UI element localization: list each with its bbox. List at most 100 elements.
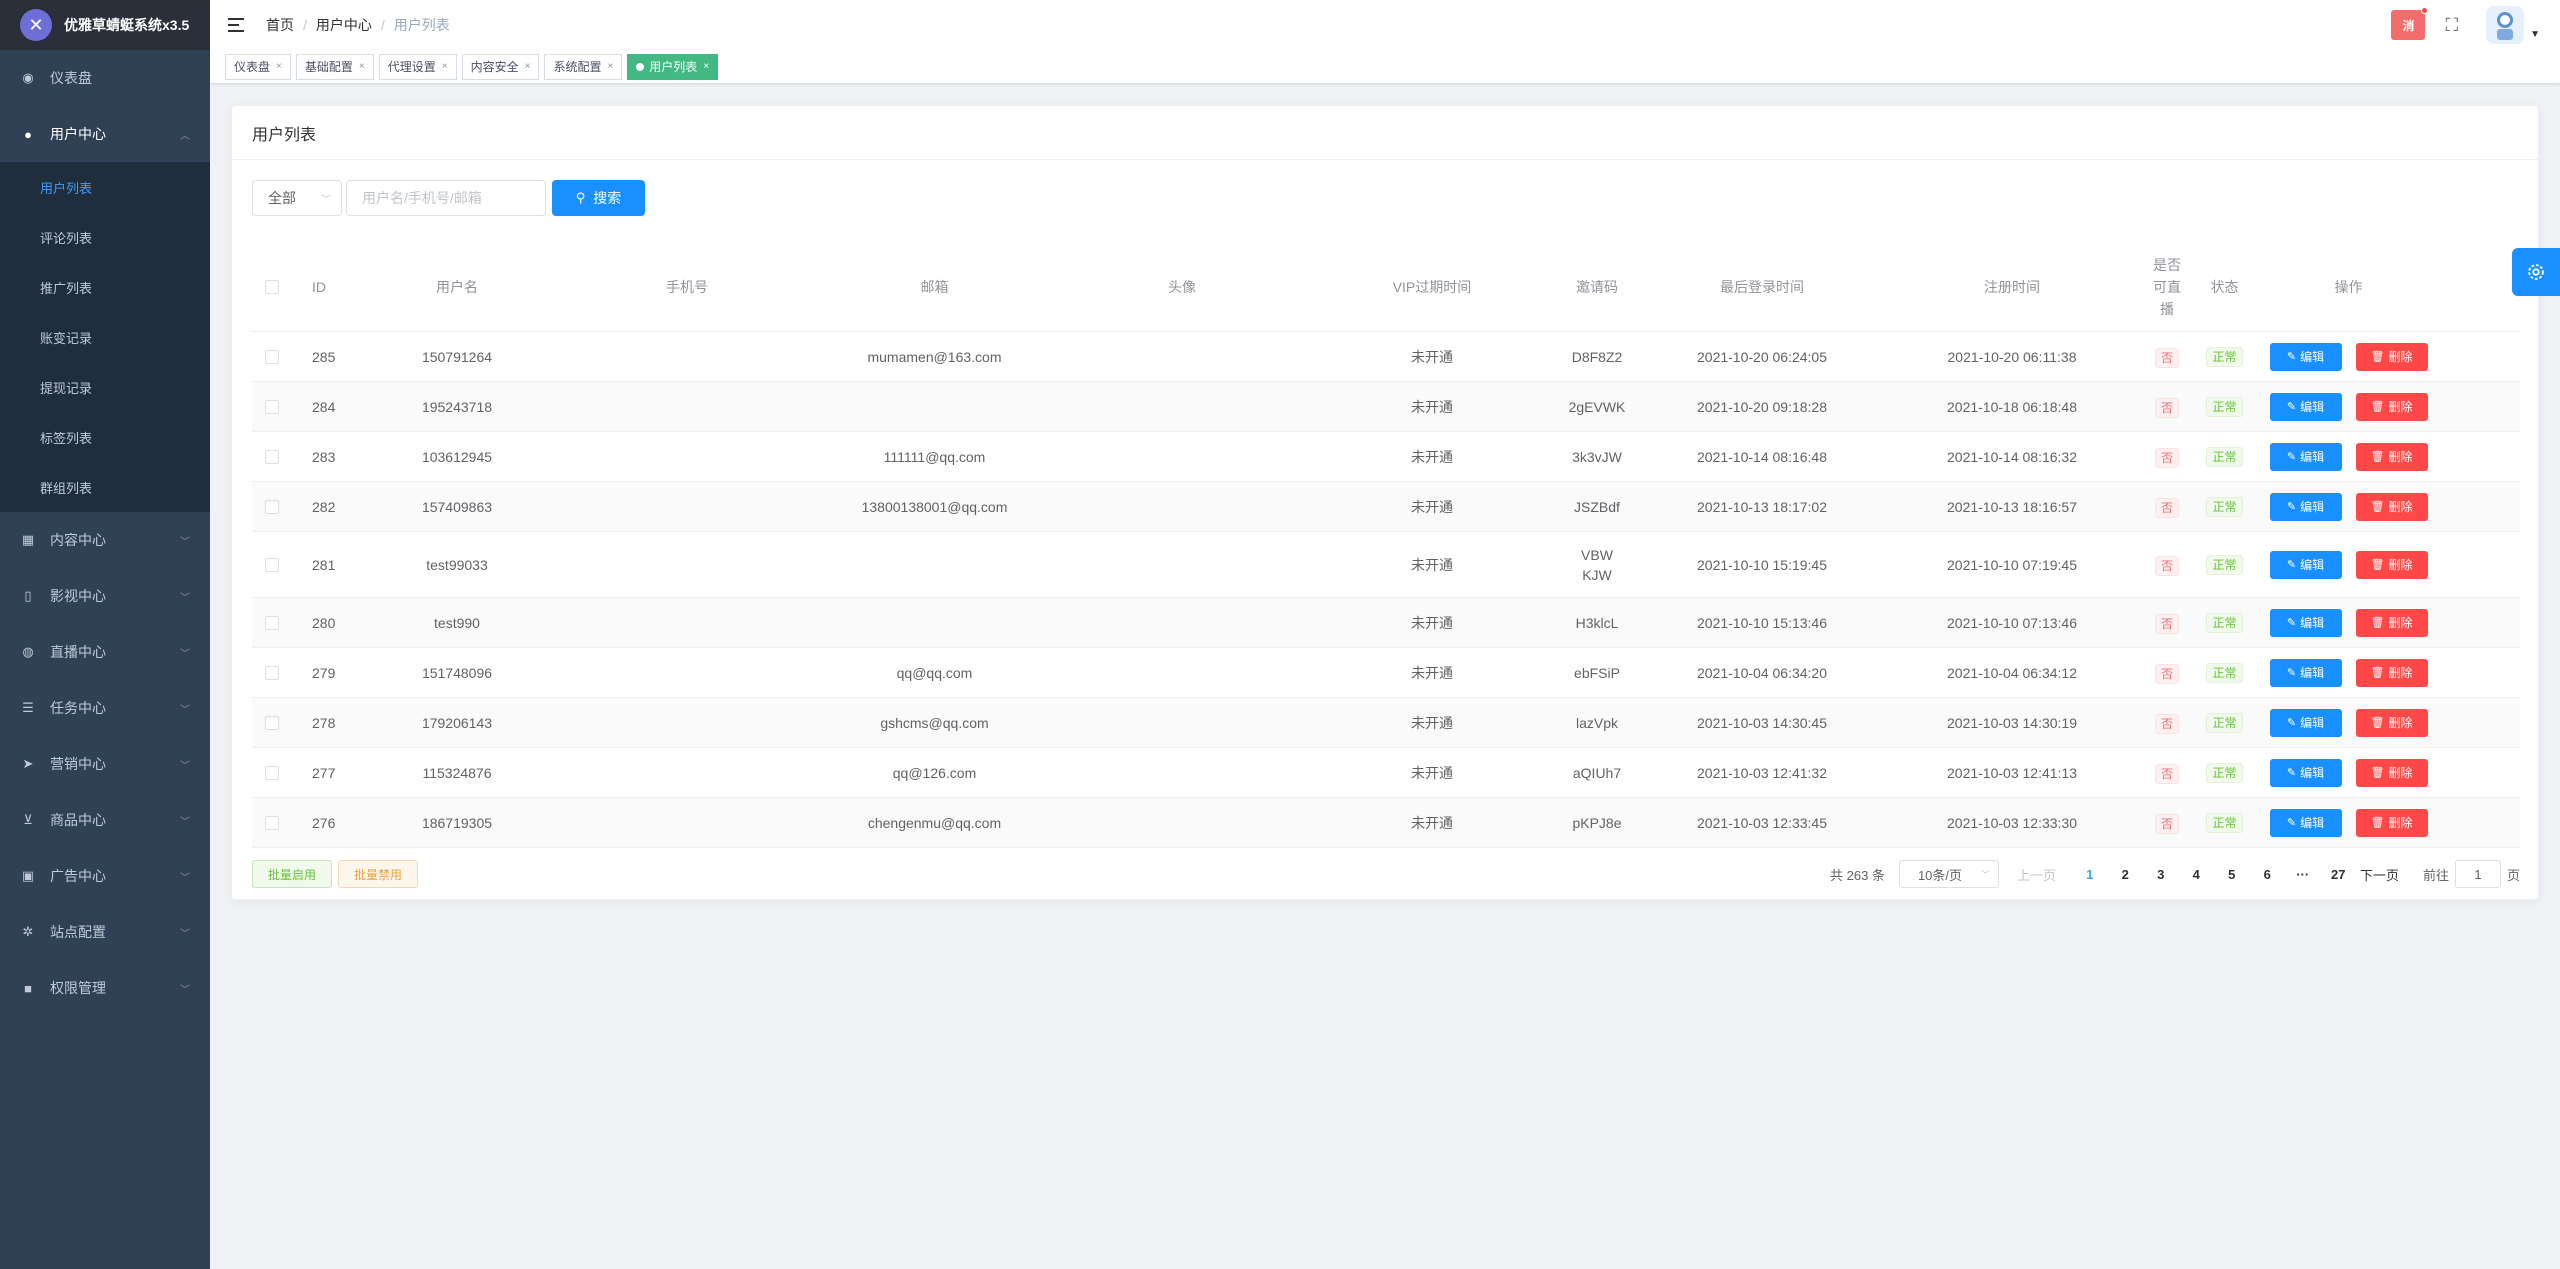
active-dot-icon [636, 62, 645, 71]
sidebar-item-dashboard[interactable]: ◉ 仪表盘 [0, 50, 210, 106]
theme-settings-button[interactable] [2512, 248, 2560, 296]
close-icon[interactable]: × [607, 61, 613, 72]
breadcrumb-home[interactable]: 首页 [266, 15, 294, 35]
cell-username: 151748096 [421, 664, 493, 681]
avatar-caret-icon[interactable]: ▼ [2530, 29, 2540, 40]
page-4[interactable]: 4 [2178, 867, 2214, 882]
cell-register-time: 2021-10-03 12:33:30 [1947, 814, 2077, 831]
edit-button[interactable]: ✎ 编辑 [2269, 442, 2342, 471]
filter-select-value: 全部 [268, 190, 296, 206]
delete-button[interactable]: 🗑 删除 [2355, 392, 2428, 421]
row-checkbox[interactable] [265, 449, 279, 464]
sidebar-item-live[interactable]: ◍ 直播中心 ﹀ [0, 624, 210, 680]
tag-user-list[interactable]: 用户列表 × [627, 53, 719, 80]
logo-area[interactable]: ✕ 优雅草蜻蜓系统x3.5 [0, 0, 210, 50]
edit-button[interactable]: ✎ 编辑 [2269, 608, 2342, 637]
page-3[interactable]: 3 [2143, 867, 2179, 882]
edit-button[interactable]: ✎ 编辑 [2269, 808, 2342, 837]
edit-button[interactable]: ✎ 编辑 [2269, 708, 2342, 737]
page-1[interactable]: 1 [2072, 867, 2108, 882]
batch-disable-button[interactable]: 批量禁用 [338, 860, 419, 888]
sidebar-item-video[interactable]: ▯ 影视中心 ﹀ [0, 568, 210, 624]
row-checkbox[interactable] [265, 715, 279, 730]
tag-system-config[interactable]: 系统配置 × [544, 53, 623, 80]
sidebar-sub-tag-list[interactable]: 标签列表 [0, 412, 210, 462]
goto-page-input[interactable] [2454, 860, 2501, 888]
chevron-up-icon: ︿ [180, 130, 190, 142]
sidebar-sub-account-log[interactable]: 账变记录 [0, 312, 210, 362]
tag-basic-config[interactable]: 基础配置 × [295, 53, 374, 80]
edit-button[interactable]: ✎ 编辑 [2269, 758, 2342, 787]
tag-content-security[interactable]: 内容安全 × [461, 53, 540, 80]
tag-agent-settings[interactable]: 代理设置 × [378, 53, 457, 80]
edit-button[interactable]: ✎ 编辑 [2269, 492, 2342, 521]
notification-button[interactable]: 消 [2391, 7, 2429, 40]
sidebar-sub-promo-list[interactable]: 推广列表 [0, 262, 210, 312]
row-checkbox[interactable] [265, 499, 279, 514]
sidebar-item-marketing[interactable]: ➤ 营销中心 ﹀ [0, 736, 210, 792]
search-button[interactable]: ⚲ 搜索 [552, 180, 645, 216]
tag-dashboard[interactable]: 仪表盘 × [225, 53, 291, 80]
fullscreen-icon[interactable]: ⛶ [2445, 15, 2458, 36]
edit-button[interactable]: ✎ 编辑 [2269, 658, 2342, 687]
cell-invite-code: aQIUh7 [1572, 764, 1622, 781]
edit-button[interactable]: ✎ 编辑 [2269, 392, 2342, 421]
sidebar-item-site-config[interactable]: ✲ 站点配置 ﹀ [0, 904, 210, 960]
row-checkbox[interactable] [265, 665, 279, 680]
page-6[interactable]: 6 [2249, 867, 2285, 882]
row-checkbox[interactable] [265, 349, 279, 364]
breadcrumb-user-center[interactable]: 用户中心 [316, 15, 372, 35]
row-checkbox[interactable] [265, 815, 279, 830]
delete-button[interactable]: 🗑 删除 [2355, 342, 2428, 371]
search-input[interactable] [346, 180, 546, 216]
page-5[interactable]: 5 [2214, 867, 2250, 882]
close-icon[interactable]: × [276, 61, 282, 72]
row-checkbox[interactable] [265, 557, 279, 572]
page-size-select[interactable]: 10条/页 ﹀ [1898, 860, 1999, 888]
batch-enable-button[interactable]: 批量启用 [252, 860, 333, 888]
prev-page-button[interactable]: 上一页 [2011, 865, 2062, 884]
delete-button[interactable]: 🗑 删除 [2355, 608, 2428, 637]
sidebar-item-user-center[interactable]: ● 用户中心 ︿ [0, 106, 210, 162]
sidebar-item-task[interactable]: ☰ 任务中心 ﹀ [0, 680, 210, 736]
page-2[interactable]: 2 [2107, 867, 2143, 882]
avatar[interactable] [2486, 6, 2525, 44]
filter-select[interactable]: 全部 ﹀ [252, 180, 342, 216]
hamburger-menu-icon[interactable] [228, 18, 244, 32]
row-checkbox[interactable] [265, 615, 279, 630]
sidebar-sub-user-list[interactable]: 用户列表 [0, 162, 210, 212]
row-checkbox[interactable] [265, 765, 279, 780]
can-live-badge: 否 [2154, 713, 2179, 734]
delete-button[interactable]: 🗑 删除 [2355, 808, 2428, 837]
close-icon[interactable]: × [703, 61, 709, 72]
page-27[interactable]: 27 [2320, 867, 2356, 882]
sidebar-item-ads[interactable]: ▣ 广告中心 ﹀ [0, 848, 210, 904]
sidebar-item-goods[interactable]: ⊻ 商品中心 ﹀ [0, 792, 210, 848]
sidebar-sub-withdraw-log[interactable]: 提现记录 [0, 362, 210, 412]
cell-last-login: 2021-10-03 14:30:45 [1697, 714, 1827, 731]
close-icon[interactable]: × [442, 61, 448, 72]
cell-vip: 未开通 [1411, 664, 1453, 681]
row-checkbox[interactable] [265, 399, 279, 414]
delete-button[interactable]: 🗑 删除 [2355, 492, 2428, 521]
delete-button[interactable]: 🗑 删除 [2355, 442, 2428, 471]
sidebar-sub-group-list[interactable]: 群组列表 [0, 462, 210, 512]
delete-button[interactable]: 🗑 删除 [2355, 758, 2428, 787]
delete-button[interactable]: 🗑 删除 [2355, 658, 2428, 687]
edit-button[interactable]: ✎ 编辑 [2269, 550, 2342, 579]
close-icon[interactable]: × [359, 61, 365, 72]
user-center-submenu: 用户列表 评论列表 推广列表 账变记录 提现记录 标签列表 群组列表 [0, 162, 210, 512]
next-page-button[interactable]: 下一页 [2360, 865, 2399, 884]
sidebar-item-permission[interactable]: ■ 权限管理 ﹀ [0, 960, 210, 1016]
delete-button[interactable]: 🗑 删除 [2355, 550, 2428, 579]
delete-button[interactable]: 🗑 删除 [2355, 708, 2428, 737]
cell-vip: 未开通 [1411, 714, 1453, 731]
sidebar-sub-comment-list[interactable]: 评论列表 [0, 212, 210, 262]
close-icon[interactable]: × [525, 61, 531, 72]
edit-button-label: 编辑 [2300, 500, 2325, 514]
sidebar-item-content[interactable]: ▦ 内容中心 ﹀ [0, 512, 210, 568]
select-all-checkbox[interactable] [265, 279, 279, 294]
page-more-ellipsis[interactable]: ··· [2285, 867, 2321, 882]
notification-label: 消 [2402, 18, 2415, 33]
edit-button[interactable]: ✎ 编辑 [2269, 342, 2342, 371]
